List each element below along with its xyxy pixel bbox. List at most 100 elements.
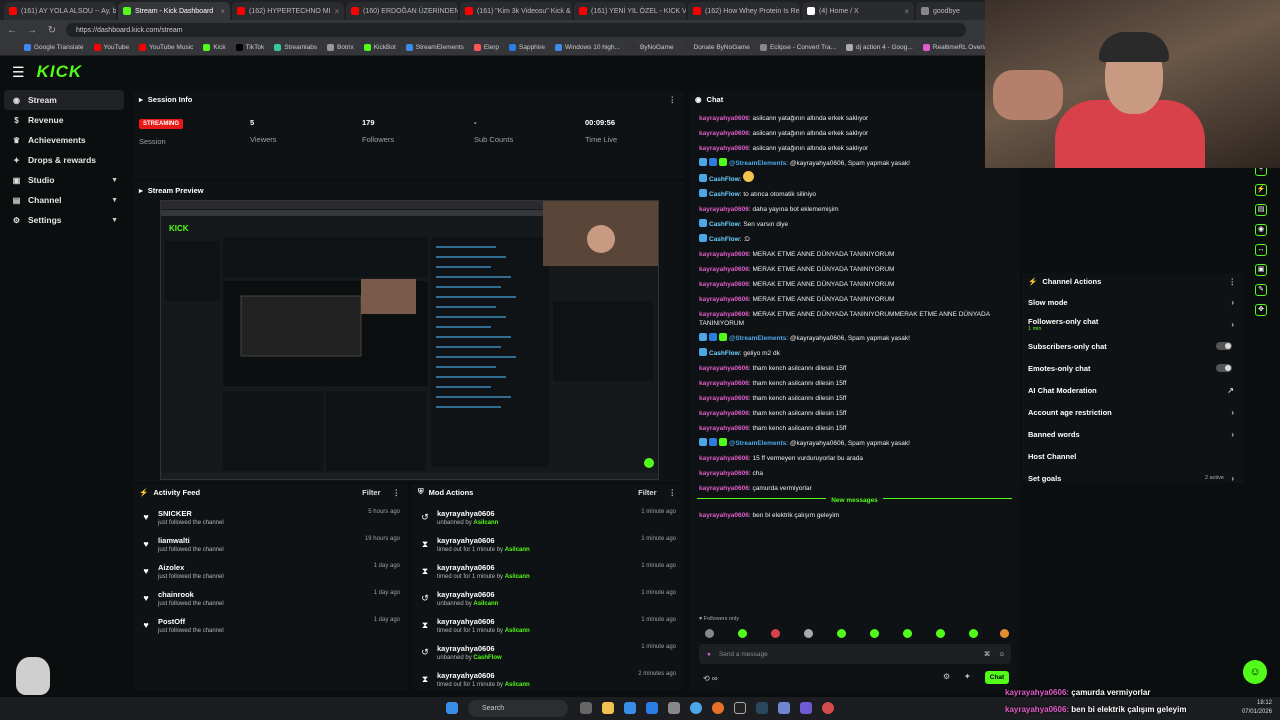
kick-logo[interactable]: KICK <box>37 62 83 82</box>
channel-action-account-age-restriction[interactable]: Account age restriction › <box>1022 401 1244 423</box>
windows-start-icon[interactable] <box>446 702 458 714</box>
chat-username[interactable]: kayrayahya0606 <box>699 380 749 387</box>
chat-username[interactable]: CashFlow <box>709 176 740 183</box>
bookmark[interactable]: Kick <box>203 44 226 51</box>
emote-icon[interactable] <box>936 629 945 638</box>
chat-username[interactable]: kayrayahya0606 <box>699 251 749 258</box>
chevron-right-icon[interactable]: › <box>1231 298 1234 307</box>
mic-icon[interactable]: ● <box>707 651 711 658</box>
chat-username[interactable]: kayrayahya0606 <box>699 365 749 372</box>
chevron-right-icon[interactable]: › <box>1231 320 1234 329</box>
back-icon[interactable]: ← <box>6 25 18 36</box>
more-options-icon[interactable]: ⋮ <box>669 488 677 497</box>
close-icon[interactable]: × <box>904 7 909 16</box>
loop-icon[interactable]: ⟲ ∞ <box>703 674 718 683</box>
moderator-name[interactable]: Asilcann <box>473 601 498 607</box>
chat-username[interactable]: kayrayahya0606 <box>699 206 749 213</box>
channel-action-host-channel[interactable]: Host Channel <box>1022 445 1244 467</box>
app-icon[interactable] <box>646 702 658 714</box>
chrome-icon[interactable] <box>690 702 702 714</box>
steam-icon[interactable] <box>756 702 768 714</box>
tool-icon[interactable]: ✎ <box>1255 284 1267 296</box>
bookmark[interactable]: ByNoGame <box>629 44 674 51</box>
emoji-icon[interactable]: ☺ <box>998 651 1005 658</box>
chat-username[interactable]: kayrayahya0606 <box>699 296 749 303</box>
forward-icon[interactable]: → <box>26 25 38 36</box>
chat-username[interactable]: kayrayahya0606 <box>699 266 749 273</box>
more-options-icon[interactable]: ⋮ <box>669 95 677 104</box>
mod-target-username[interactable]: kayrayahya0606 <box>437 563 530 572</box>
bookmark[interactable]: StreamElements <box>405 44 464 51</box>
mod-target-username[interactable]: kayrayahya0606 <box>437 536 530 545</box>
browser-icon[interactable] <box>712 702 724 714</box>
bookmark[interactable]: Elerp <box>473 44 499 51</box>
chat-bubble-icon[interactable]: ☺ <box>1243 660 1267 684</box>
close-icon[interactable]: × <box>335 7 340 16</box>
moderator-name[interactable]: Asilcann <box>473 520 498 526</box>
feed-username[interactable]: Aizolex <box>158 563 224 572</box>
browser-tab[interactable]: (161) YENİ YIL ÖZEL - KICK VAR× <box>574 2 686 20</box>
app-icon[interactable] <box>800 702 812 714</box>
bookmark[interactable]: Eclipse - Convert Tra... <box>759 44 836 51</box>
x-icon[interactable] <box>734 702 746 714</box>
feed-username[interactable]: PostOff <box>158 617 224 626</box>
filter-button[interactable]: Filter <box>362 488 380 497</box>
chevron-right-icon[interactable]: › <box>1231 474 1234 483</box>
gift-icon[interactable]: ✦ <box>964 672 971 681</box>
emote-icon[interactable] <box>804 629 813 638</box>
filter-button[interactable]: Filter <box>638 488 656 497</box>
sidebar-item-drops-rewards[interactable]: ✦ Drops & rewards <box>0 150 128 170</box>
browser-tab[interactable]: (161) AY YOLA ALSOU -- Ay, by× <box>4 2 116 20</box>
tool-icon[interactable]: ⚡ <box>1255 184 1267 196</box>
moderator-name[interactable]: Asilcann <box>505 682 530 688</box>
mod-target-username[interactable]: kayrayahya0606 <box>437 644 502 653</box>
bookmark[interactable]: RealtimeRL Overla... <box>922 44 993 51</box>
chat-username[interactable]: kayrayahya0606 <box>699 311 749 318</box>
bookmark[interactable]: KickBot <box>363 44 396 51</box>
external-link-icon[interactable]: ↗ <box>1227 386 1234 395</box>
app-icon[interactable] <box>668 702 680 714</box>
feed-username[interactable]: SNICKER <box>158 509 224 518</box>
bookmark[interactable]: Botrix <box>327 44 354 51</box>
bookmark[interactable]: Donate ByNoGame <box>683 44 750 51</box>
sidebar-item-channel[interactable]: ▤ Channel ▼ <box>0 190 128 210</box>
tool-icon[interactable]: ◉ <box>1255 224 1267 236</box>
emote-icon[interactable] <box>837 629 846 638</box>
feed-username[interactable]: chainrook <box>158 590 224 599</box>
bookmark[interactable]: YouTube Music <box>139 44 193 51</box>
chevron-down-icon[interactable]: ▼ <box>111 197 118 204</box>
tool-icon[interactable]: ✥ <box>1255 304 1267 316</box>
browser-tab[interactable]: (4) Home / X × <box>802 2 914 20</box>
channel-action-subscribers-only-chat[interactable]: Subscribers-only chat <box>1022 335 1244 357</box>
emote-icon[interactable] <box>1000 629 1009 638</box>
chat-username[interactable]: CashFlow <box>709 350 740 357</box>
taskview-icon[interactable] <box>580 702 592 714</box>
feed-username[interactable]: liamwalti <box>158 536 224 545</box>
chat-username[interactable]: CashFlow <box>709 221 740 228</box>
chevron-right-icon[interactable]: › <box>1231 430 1234 439</box>
bookmark[interactable]: dj action 4 - Goog... <box>846 44 913 51</box>
channel-action-followers-only-chat[interactable]: Followers-only chat 1 min › <box>1022 313 1244 335</box>
app-icon[interactable] <box>624 702 636 714</box>
bookmark[interactable]: YouTube <box>93 44 129 51</box>
chat-username[interactable]: kayrayahya0606 <box>699 470 749 477</box>
emote-icon[interactable] <box>705 629 714 638</box>
chat-username[interactable]: CashFlow <box>709 236 740 243</box>
chevron-down-icon[interactable]: ▼ <box>111 217 118 224</box>
taskbar-search[interactable]: Search <box>468 700 568 717</box>
chat-username[interactable]: CashFlow <box>709 191 740 198</box>
hamburger-menu-icon[interactable]: ☰ <box>12 64 25 81</box>
chat-username[interactable]: kayrayahya0606 <box>699 281 749 288</box>
channel-action-set-goals[interactable]: Set goals › 2 active <box>1022 467 1244 489</box>
chat-send-button[interactable]: Chat <box>985 671 1009 684</box>
chat-username[interactable]: kayrayahya0606 <box>699 425 749 432</box>
chevron-down-icon[interactable]: ▼ <box>111 177 118 184</box>
stream-preview-video[interactable]: KICK <box>160 200 659 480</box>
moderator-name[interactable]: Asilcann <box>505 628 530 634</box>
channel-action-emotes-only-chat[interactable]: Emotes-only chat <box>1022 357 1244 379</box>
mod-target-username[interactable]: kayrayahya0606 <box>437 590 498 599</box>
sidebar-item-stream[interactable]: ◉ Stream <box>4 90 124 110</box>
mod-target-username[interactable]: kayrayahya0606 <box>437 509 498 518</box>
sidebar-item-studio[interactable]: ▣ Studio ▼ <box>0 170 128 190</box>
mod-target-username[interactable]: kayrayahya0606 <box>437 671 530 680</box>
